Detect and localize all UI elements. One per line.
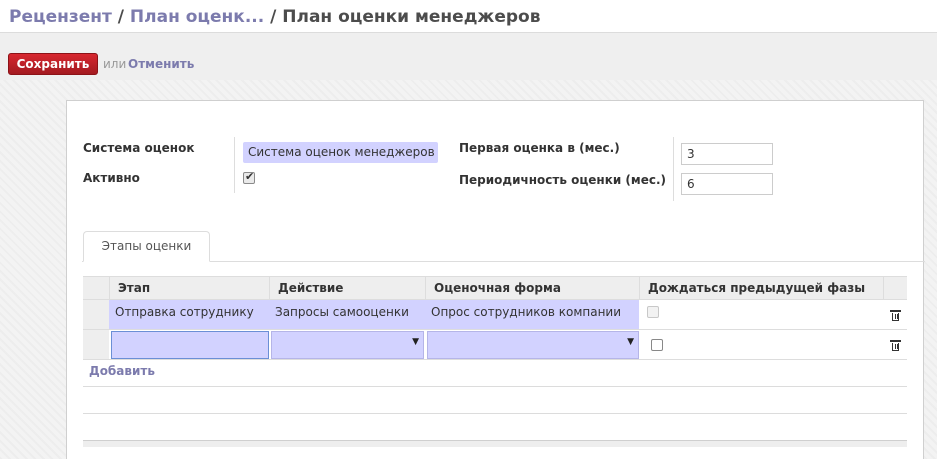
column-header-actions (883, 277, 907, 299)
chevron-down-icon: ▼ (412, 337, 419, 347)
breadcrumb-separator: / (111, 7, 130, 27)
stage-input[interactable] (111, 331, 269, 359)
cell-wait-checkbox[interactable] (647, 306, 659, 318)
breadcrumb-separator: / (264, 7, 283, 27)
wait-checkbox[interactable] (651, 339, 663, 351)
breadcrumb: Рецензент / План оценк... / План оценки … (9, 7, 541, 27)
field-separator (234, 137, 235, 193)
table-row-new[interactable]: ▼ ▼ (83, 330, 907, 360)
divider (83, 413, 907, 414)
form-select[interactable]: ▼ (427, 331, 639, 359)
page-title: План оценки менеджеров (282, 7, 541, 27)
control-panel: Сохранить или Отменить (0, 32, 937, 81)
trash-icon[interactable] (890, 310, 901, 321)
cell-action[interactable]: Запросы самооценки (269, 300, 425, 329)
breadcrumb-link-reviewer[interactable]: Рецензент (9, 7, 112, 27)
action-select[interactable]: ▼ (271, 331, 424, 359)
active-label: Активно (83, 171, 140, 185)
form-sheet: Система оценок Активно Система оценок ме… (66, 100, 925, 459)
column-header-action[interactable]: Действие (269, 277, 425, 299)
save-button[interactable]: Сохранить (8, 53, 98, 75)
first-eval-input[interactable]: 3 (681, 143, 773, 165)
divider (83, 386, 907, 387)
breadcrumb-link-plan[interactable]: План оценк... (130, 7, 264, 27)
cancel-link[interactable]: Отменить (128, 57, 194, 71)
column-header-stage[interactable]: Этап (109, 277, 269, 299)
cell-stage[interactable]: Отправка сотруднику (109, 300, 269, 329)
column-header-wait[interactable]: Дождаться предыдущей фазы (639, 277, 883, 299)
chevron-down-icon: ▼ (627, 337, 634, 347)
grid-footer (83, 440, 907, 447)
add-line-link[interactable]: Добавить (89, 364, 155, 378)
periodicity-input[interactable]: 6 (681, 173, 773, 195)
evaluation-system-label: Система оценок (83, 141, 195, 155)
evaluation-system-field[interactable]: Система оценок менеджеров (243, 142, 438, 163)
trash-icon[interactable] (890, 340, 901, 351)
tab-evaluation-stages[interactable]: Этапы оценки (83, 231, 210, 262)
or-text: или (103, 57, 127, 71)
row-handle (83, 300, 109, 329)
first-eval-label: Первая оценка в (мес.) (459, 141, 620, 155)
table-row[interactable]: Отправка сотруднику Запросы самооценки О… (83, 300, 907, 330)
column-header-form[interactable]: Оценочная форма (425, 277, 639, 299)
periodicity-label: Периодичность оценки (мес.) (459, 173, 667, 187)
grid-header: Этап Действие Оценочная форма Дождаться … (83, 276, 907, 300)
field-separator (673, 137, 674, 201)
row-handle (83, 330, 109, 359)
active-checkbox[interactable] (243, 170, 255, 184)
cell-form[interactable]: Опрос сотрудников компании (425, 300, 639, 329)
